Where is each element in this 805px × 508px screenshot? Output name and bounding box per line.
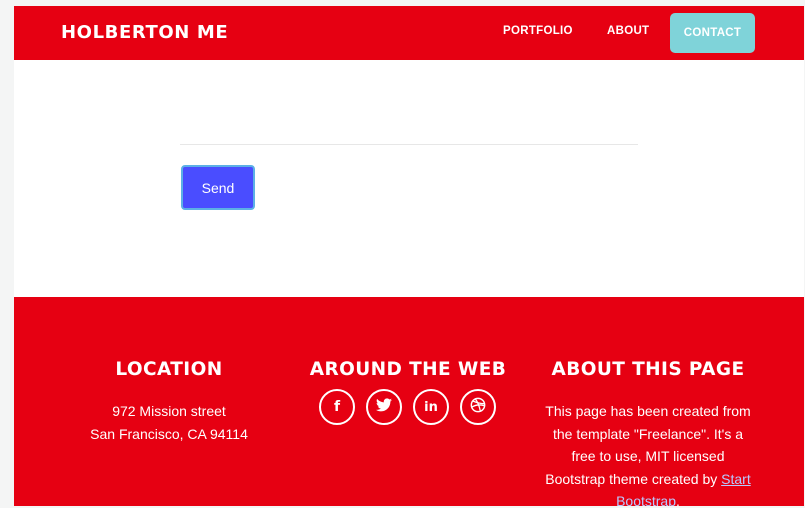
footer: LOCATION 972 Mission street San Francisc…: [14, 297, 804, 506]
facebook-icon: f: [333, 399, 341, 415]
address-street: 972 Mission street: [112, 403, 226, 419]
navbar: HOLBERTON ME PORTFOLIO ABOUT CONTACT: [14, 6, 804, 60]
location-address: 972 Mission street San Francisco, CA 941…: [69, 400, 269, 446]
about-page-text: This page has been created from the temp…: [541, 400, 755, 506]
about-description: This page has been created from the temp…: [545, 403, 751, 487]
nav-link-about[interactable]: ABOUT: [607, 25, 649, 37]
dribbble-icon: [470, 397, 486, 418]
send-button[interactable]: Send: [181, 165, 255, 210]
dribbble-button[interactable]: [460, 389, 496, 425]
nav-link-portfolio[interactable]: PORTFOLIO: [503, 25, 573, 37]
brand-logo[interactable]: HOLBERTON ME: [61, 22, 228, 43]
nav-link-contact[interactable]: CONTACT: [670, 13, 755, 53]
linkedin-button[interactable]: in: [413, 389, 449, 425]
linkedin-icon: in: [424, 399, 438, 415]
about-page-title: ABOUT THIS PAGE: [551, 359, 745, 380]
twitter-icon: [376, 397, 392, 417]
address-city: San Francisco, CA 94114: [90, 426, 248, 442]
facebook-button[interactable]: f: [319, 389, 355, 425]
around-the-web-title: AROUND THE WEB: [309, 359, 507, 380]
about-trailing: .: [676, 493, 680, 506]
location-title: LOCATION: [115, 359, 223, 380]
page: HOLBERTON ME PORTFOLIO ABOUT CONTACT Sen…: [14, 6, 804, 506]
twitter-button[interactable]: [366, 389, 402, 425]
message-field-underline[interactable]: [180, 144, 638, 145]
